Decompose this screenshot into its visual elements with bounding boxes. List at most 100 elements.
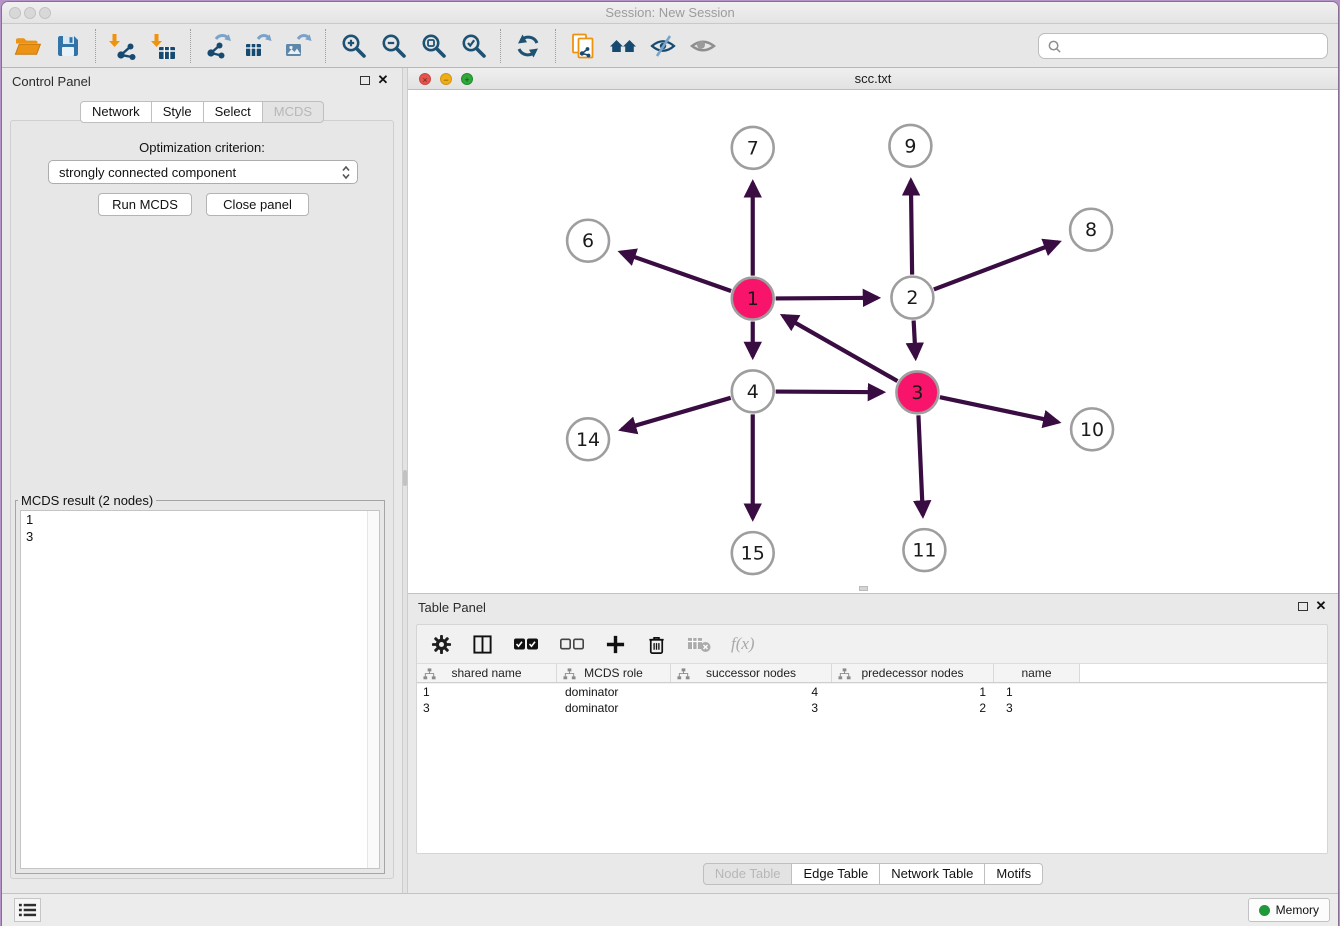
tab-style[interactable]: Style: [151, 101, 204, 123]
column-header-predecessor-nodes[interactable]: predecessor nodes: [832, 664, 994, 682]
table-settings-button[interactable]: [431, 634, 452, 655]
hide-selected-button[interactable]: [643, 27, 683, 65]
search-input[interactable]: [1068, 39, 1319, 54]
delete-column-button[interactable]: [646, 634, 667, 655]
delete-table-button[interactable]: [687, 635, 711, 653]
column-header-label: MCDS role: [584, 666, 643, 680]
graph-node-8[interactable]: 8: [1070, 209, 1112, 251]
table-cell[interactable]: 1: [994, 684, 1080, 700]
import-network-button[interactable]: [103, 27, 143, 65]
close-table-panel-icon[interactable]: ✕: [1314, 598, 1328, 614]
table-cell[interactable]: 4: [671, 684, 832, 700]
run-mcds-button[interactable]: Run MCDS: [98, 193, 192, 216]
graph-node-7[interactable]: 7: [732, 127, 774, 169]
search-box: [1038, 33, 1328, 59]
float-table-panel-icon[interactable]: [1298, 602, 1308, 611]
table-row[interactable]: 3dominator323: [417, 700, 1327, 716]
tab-select[interactable]: Select: [203, 101, 263, 123]
graph-node-14[interactable]: 14: [567, 418, 609, 460]
column-header-MCDS-role[interactable]: MCDS role: [557, 664, 671, 682]
network-titlebar: × − + scc.txt: [408, 68, 1338, 90]
unselect-all-button[interactable]: [559, 636, 585, 652]
export-network-button[interactable]: [198, 27, 238, 65]
table-cell[interactable]: 1: [417, 684, 557, 700]
graph-edge-3-10[interactable]: [940, 397, 1058, 422]
mcds-result-title: MCDS result (2 nodes): [18, 493, 156, 508]
table-row[interactable]: 1dominator411: [417, 684, 1327, 700]
import-table-button[interactable]: [143, 27, 183, 65]
mcds-result-list[interactable]: 13: [20, 510, 380, 869]
toolbar-separator: [325, 29, 326, 63]
graph-node-3[interactable]: 3: [896, 371, 938, 413]
graph-node-9[interactable]: 9: [889, 125, 931, 167]
column-header-label: successor nodes: [706, 666, 796, 680]
export-table-button[interactable]: [238, 27, 278, 65]
tab-network-table[interactable]: Network Table: [879, 863, 985, 885]
tab-motifs[interactable]: Motifs: [984, 863, 1043, 885]
save-icon: [54, 32, 82, 60]
select-all-button[interactable]: [513, 636, 539, 652]
graph-edge-1-6[interactable]: [621, 252, 731, 291]
graph-edge-4-14[interactable]: [622, 398, 731, 430]
apply-layout-button[interactable]: [508, 27, 548, 65]
toolbar-separator: [190, 29, 191, 63]
task-history-button[interactable]: [14, 898, 41, 922]
tab-edge-table[interactable]: Edge Table: [791, 863, 880, 885]
duplicate-network-button[interactable]: [563, 27, 603, 65]
open-session-button[interactable]: [8, 27, 48, 65]
graph-node-2[interactable]: 2: [891, 277, 933, 319]
close-panel-icon[interactable]: ✕: [376, 72, 390, 88]
list-icon: [18, 902, 37, 918]
result-scrollbar[interactable]: [367, 511, 379, 868]
zoom-fit-button[interactable]: [413, 27, 453, 65]
network-canvas[interactable]: 7 9 6 8 1 2 4 3 14 10 15 11: [408, 90, 1338, 593]
tab-mcds[interactable]: MCDS: [262, 101, 324, 123]
splitter-handle[interactable]: [403, 470, 407, 486]
close-panel-button[interactable]: Close panel: [206, 193, 309, 216]
column-header-successor-nodes[interactable]: successor nodes: [671, 664, 832, 682]
column-header-shared-name[interactable]: shared name: [417, 664, 557, 682]
table-cell[interactable]: 1: [832, 684, 994, 700]
table-cell[interactable]: 3: [994, 700, 1080, 716]
add-column-button[interactable]: [605, 634, 626, 655]
function-builder-button[interactable]: f(x): [731, 634, 755, 654]
show-all-nodes-button[interactable]: [603, 27, 643, 65]
graph-node-1[interactable]: 1: [732, 278, 774, 320]
graph-node-label: 3: [911, 382, 923, 404]
column-header-name[interactable]: name: [994, 664, 1080, 682]
table-cell[interactable]: 3: [417, 700, 557, 716]
tab-network[interactable]: Network: [80, 101, 152, 123]
table-cell[interactable]: 2: [832, 700, 994, 716]
table-cell[interactable]: dominator: [557, 684, 671, 700]
table-panel: Table Panel ✕: [408, 594, 1338, 893]
export-image-icon: [284, 32, 312, 60]
graph-node-6[interactable]: 6: [567, 220, 609, 262]
save-session-button[interactable]: [48, 27, 88, 65]
memory-button[interactable]: Memory: [1248, 898, 1330, 922]
toolbar-separator: [500, 29, 501, 63]
graph-edge-3-1[interactable]: [783, 316, 897, 381]
gear-icon: [431, 634, 452, 655]
graph-edge-2-9[interactable]: [911, 181, 912, 275]
table-cell[interactable]: dominator: [557, 700, 671, 716]
graph-edge-3-11[interactable]: [918, 415, 922, 515]
zoom-in-button[interactable]: [333, 27, 373, 65]
graph-edge-4-3[interactable]: [776, 392, 883, 393]
zoom-selected-button[interactable]: [453, 27, 493, 65]
float-panel-icon[interactable]: [360, 76, 370, 85]
graph-node-4[interactable]: 4: [732, 370, 774, 412]
graph-edge-2-8[interactable]: [934, 242, 1059, 289]
table-cell[interactable]: 3: [671, 700, 832, 716]
network-resize-handle[interactable]: [859, 586, 868, 591]
graph-node-15[interactable]: 15: [732, 532, 774, 574]
tab-node-table[interactable]: Node Table: [703, 863, 793, 885]
graph-node-10[interactable]: 10: [1071, 408, 1113, 450]
graph-node-11[interactable]: 11: [903, 529, 945, 571]
graph-edge-2-3[interactable]: [914, 321, 916, 358]
show-columns-button[interactable]: [472, 634, 493, 655]
criterion-dropdown[interactable]: strongly connected component: [48, 160, 358, 184]
zoom-out-button[interactable]: [373, 27, 413, 65]
graph-edge-1-2[interactable]: [776, 298, 878, 299]
export-image-button[interactable]: [278, 27, 318, 65]
show-selected-button[interactable]: [683, 27, 723, 65]
